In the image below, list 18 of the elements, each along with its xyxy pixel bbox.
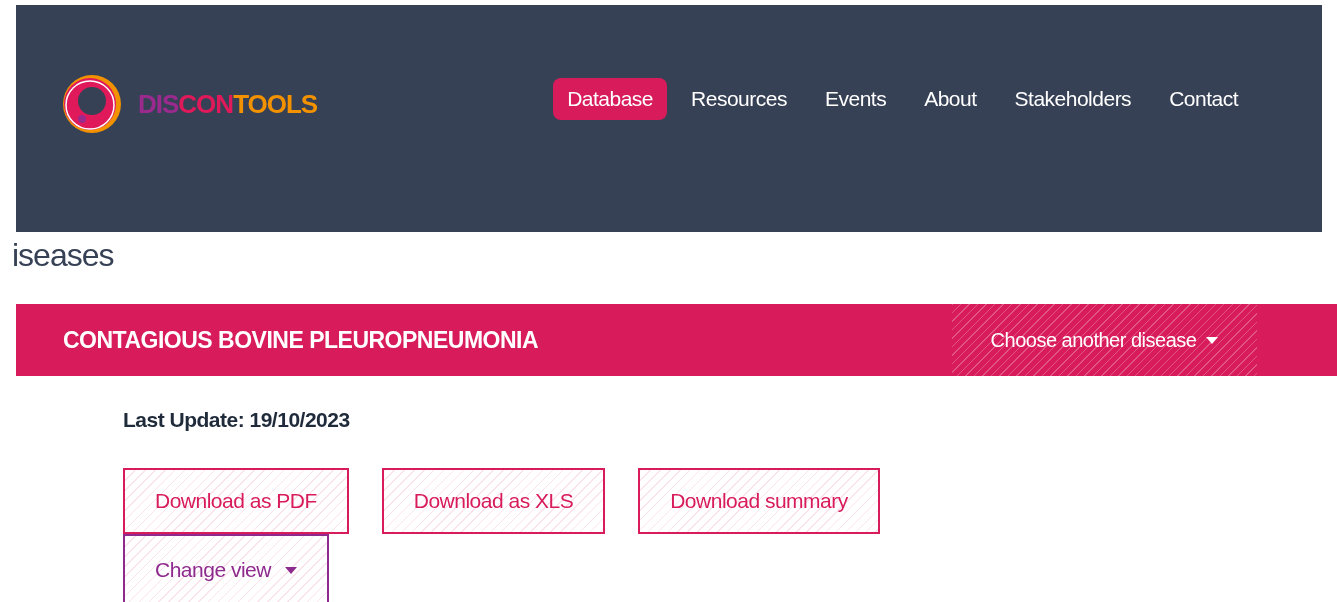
disease-dropdown[interactable]: Choose another disease <box>952 304 1257 376</box>
logo-icon <box>62 74 122 134</box>
download-button[interactable]: Download summary <box>638 468 880 534</box>
disease-title: CONTAGIOUS BOVINE PLEUROPNEUMONIA <box>63 326 539 354</box>
download-button[interactable]: Download as XLS <box>381 468 606 534</box>
caret-icon <box>284 566 297 574</box>
nav-link[interactable]: Stakeholders <box>1000 78 1146 120</box>
nav-link[interactable]: About <box>910 78 991 120</box>
logo-text: DISCONTOOLS <box>138 88 318 120</box>
nav-link[interactable]: Database <box>553 78 668 120</box>
caret-icon <box>1206 336 1219 344</box>
nav-link[interactable]: Contact <box>1155 78 1252 120</box>
change-view-dropdown[interactable]: Change view <box>123 534 329 602</box>
page-title: iseases <box>12 237 115 274</box>
nav-link[interactable]: Events <box>810 78 901 120</box>
last-update: Last Update: 19/10/2023 <box>123 408 351 432</box>
nav-link[interactable]: Resources <box>677 78 801 120</box>
download-button[interactable]: Download as PDF <box>123 468 349 534</box>
